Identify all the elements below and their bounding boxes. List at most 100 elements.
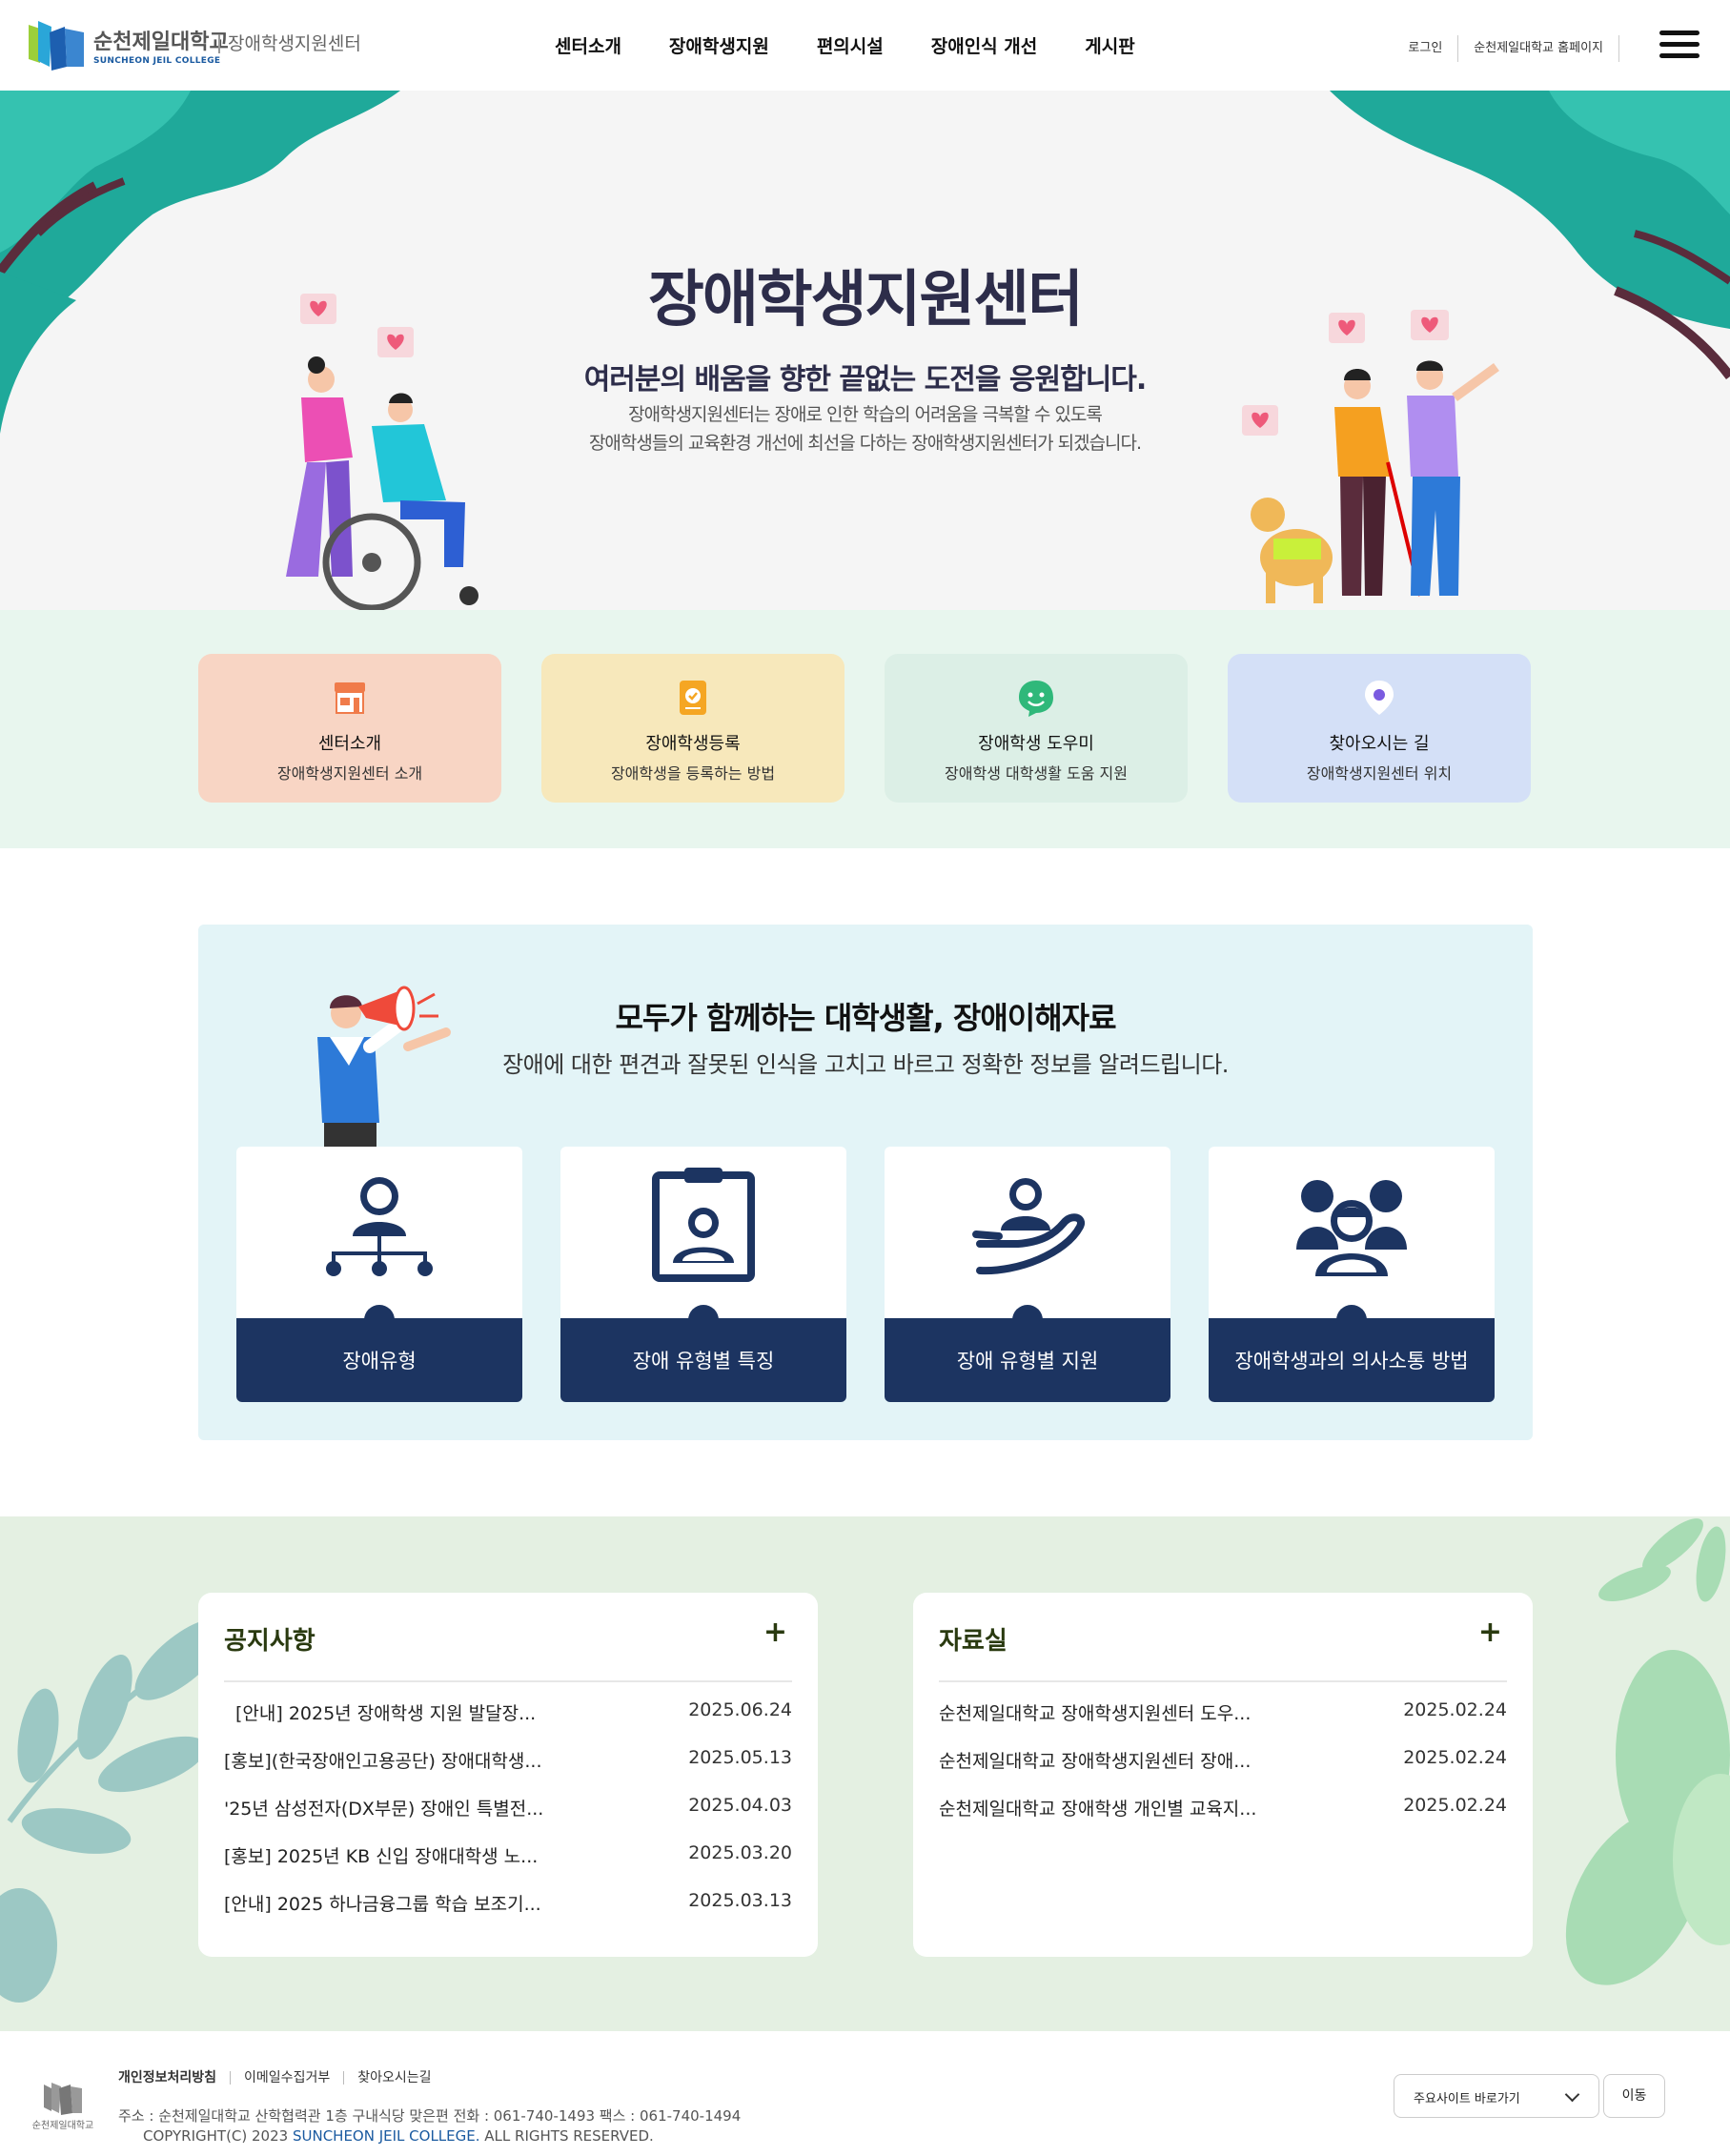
hamburger-menu-icon[interactable]: [1659, 31, 1699, 59]
awareness-card-label: 장애유형: [236, 1305, 522, 1402]
privacy-policy-link[interactable]: 개인정보처리방침: [118, 2071, 232, 2085]
awareness-card-label: 장애 유형별 특징: [560, 1305, 846, 1402]
directions-link[interactable]: 찾아오시는길: [357, 2071, 444, 2085]
site-footer: 순천제일대학교 개인정보처리방침 이메일수집거부 찾아오시는길 주소 : 순천제…: [0, 2031, 1730, 2156]
nav-item-center-intro[interactable]: 센터소개: [555, 32, 621, 58]
hero-description-line: 장애학생지원센터는 장애로 인한 학습의 어려움을 극복할 수 있도록: [628, 404, 1103, 425]
footer-logo-name: 순천제일대학교: [32, 2120, 93, 2131]
quick-card-desc: 장애학생지원센터 위치: [1306, 764, 1453, 783]
notice-board-title[interactable]: 공지사항: [224, 1621, 315, 1657]
awareness-card-label: 장애 유형별 지원: [885, 1305, 1170, 1402]
quick-card-desc: 장애학생 대학생활 도움 지원: [945, 764, 1128, 783]
list-item-title: [홍보](한국장애인고용공단) 장애대학생...: [224, 1751, 542, 1772]
awareness-description: 장애에 대한 편견과 잘못된 인식을 고치고 바르고 정확한 정보를 알려드립니…: [502, 1051, 1229, 1078]
notebook-check-icon: [680, 681, 706, 715]
notice-list: [안내] 2025년 장애학생 지원 발달장... 2025.06.24 [홍보]…: [224, 1699, 792, 1938]
footer-copyright: COPYRIGHT(C) 2023 SUNCHEON JEIL COLLEGE.…: [143, 2127, 654, 2145]
list-item-date: 2025.02.24: [1403, 1795, 1507, 1816]
archive-board-title[interactable]: 자료실: [939, 1621, 1007, 1657]
leaf-right-decoration: [1565, 1518, 1730, 1985]
hero-description-line: 장애학생들의 교육환경 개선에 최선을 다하는 장애학생지원센터가 되겠습니다.: [588, 433, 1142, 454]
quick-card-title: 장애학생 도우미: [978, 734, 1094, 754]
list-item-date: 2025.03.13: [688, 1890, 792, 1911]
list-item-title: [홍보] 2025년 KB 신입 장애대학생 노...: [224, 1846, 539, 1867]
copyright-brand: SUNCHEON JEIL COLLEGE.: [292, 2127, 480, 2145]
list-item[interactable]: 순천제일대학교 장애학생 개인별 교육지... 2025.02.24: [939, 1795, 1507, 1842]
quick-card-center-intro[interactable]: 센터소개 장애학생지원센터 소개: [198, 654, 501, 803]
hero-subtitle: 여러분의 배움을 향한 끝없는 도전을 응원합니다.: [583, 363, 1148, 397]
id-badge-icon: [652, 1168, 755, 1282]
list-item-date: 2025.02.24: [1403, 1699, 1507, 1720]
nav-item-board[interactable]: 게시판: [1085, 32, 1134, 58]
awareness-section: 모두가 함께하는 대학생활, 장애이해자료 장애에 대한 편견과 잘못된 인식을…: [198, 925, 1533, 1440]
quick-card-desc: 장애학생을 등록하는 방법: [610, 764, 776, 783]
quick-card-helper[interactable]: 장애학생 도우미 장애학생 대학생활 도움 지원: [885, 654, 1188, 803]
utility-links: 로그인 순천제일대학교 홈페이지: [1393, 35, 1619, 62]
quick-links: 센터소개 장애학생지원센터 소개 장애학생등록 장애학생을 등록하는 방법 장애…: [0, 610, 1730, 848]
location-pin-icon: [1365, 681, 1394, 715]
list-item[interactable]: 순천제일대학교 장애학생지원센터 도우... 2025.02.24: [939, 1699, 1507, 1747]
list-item[interactable]: [안내] 2025년 장애학생 지원 발달장... 2025.06.24: [224, 1699, 792, 1747]
site-name[interactable]: 장애학생지원센터: [218, 34, 361, 53]
quick-card-desc: 장애학생지원센터 소개: [276, 764, 423, 783]
nav-item-awareness[interactable]: 장애인식 개선: [931, 32, 1038, 58]
hand-person-icon: [972, 1178, 1085, 1275]
college-logo-mark: [29, 21, 84, 71]
hero-description: 장애학생지원센터는 장애로 인한 학습의 어려움을 극복할 수 있도록 장애학생…: [0, 400, 1730, 458]
footer-address: 주소 : 순천제일대학교 산학협력관 1층 구내식당 맞은편 전화 : 061-…: [118, 2107, 742, 2125]
list-item-date: 2025.04.03: [688, 1795, 792, 1816]
awareness-card-communication[interactable]: 장애학생과의 의사소통 방법: [1209, 1147, 1495, 1402]
list-item[interactable]: [홍보](한국장애인고용공단) 장애대학생... 2025.05.13: [224, 1747, 792, 1795]
quick-card-title: 찾아오시는 길: [1329, 734, 1430, 754]
quick-card-title: 센터소개: [317, 734, 382, 754]
divider: [939, 1680, 1507, 1682]
quick-card-title: 장애학생등록: [645, 734, 741, 754]
list-item[interactable]: 순천제일대학교 장애학생지원센터 장애... 2025.02.24: [939, 1747, 1507, 1795]
footer-logo: 순천제일대학교: [32, 2083, 93, 2131]
quick-card-registration[interactable]: 장애학생등록 장애학생을 등록하는 방법: [541, 654, 845, 803]
copyright-prefix: COPYRIGHT(C) 2023: [143, 2127, 293, 2145]
nav-item-facilities[interactable]: 편의시설: [817, 32, 884, 58]
main-nav: 센터소개 장애학생지원 편의시설 장애인식 개선 게시판: [555, 32, 1183, 58]
archive-list: 순천제일대학교 장애학생지원센터 도우... 2025.02.24 순천제일대학교…: [939, 1699, 1507, 1842]
divider: [224, 1680, 792, 1682]
copyright-suffix: ALL RIGHTS RESERVED.: [479, 2127, 654, 2145]
list-item-title: [안내] 2025 하나금융그룹 학습 보조기...: [224, 1894, 541, 1915]
quick-card-directions[interactable]: 찾아오시는 길 장애학생지원센터 위치: [1228, 654, 1531, 803]
awareness-title: 모두가 함께하는 대학생활, 장애이해자료: [615, 1000, 1116, 1036]
list-item-title: 순천제일대학교 장애학생 개인별 교육지...: [939, 1799, 1257, 1820]
related-sites-select[interactable]: 주요사이트 바로가기: [1394, 2074, 1599, 2118]
college-logo[interactable]: 순천제일대학교 SUNCHEON JEIL COLLEGE: [27, 19, 229, 71]
awareness-card-disability-types[interactable]: 장애유형: [236, 1147, 522, 1402]
list-item[interactable]: '25년 삼성전자(DX부문) 장애인 특별전... 2025.04.03: [224, 1795, 792, 1842]
notice-more-button[interactable]: +: [763, 1616, 787, 1649]
org-chart-icon: [326, 1177, 433, 1276]
awareness-card-type-features[interactable]: 장애 유형별 특징: [560, 1147, 846, 1402]
list-item-title: '25년 삼성전자(DX부문) 장애인 특별전...: [224, 1799, 544, 1820]
go-button[interactable]: 이동: [1603, 2074, 1665, 2118]
list-item-title: 순천제일대학교 장애학생지원센터 도우...: [939, 1703, 1252, 1724]
hero-title: 장애학생지원센터: [647, 265, 1084, 336]
college-name: 순천제일대학교: [93, 30, 229, 54]
email-refusal-link[interactable]: 이메일수집거부: [244, 2071, 345, 2085]
list-item-title: [안내] 2025년 장애학생 지원 발달장...: [235, 1703, 537, 1724]
site-header: 순천제일대학교 SUNCHEON JEIL COLLEGE 장애학생지원센터 센…: [0, 0, 1730, 91]
boards-section: 공지사항 + [안내] 2025년 장애학생 지원 발달장... 2025.06.…: [0, 1516, 1730, 2031]
list-item-title: 순천제일대학교 장애학생지원센터 장애...: [939, 1751, 1252, 1772]
list-item-date: 2025.06.24: [688, 1699, 792, 1720]
hero-banner: 장애학생지원센터 여러분의 배움을 향한 끝없는 도전을 응원합니다. 장애학생…: [0, 91, 1730, 610]
notice-board: 공지사항 + [안내] 2025년 장애학생 지원 발달장... 2025.06.…: [198, 1593, 818, 1957]
list-item-date: 2025.05.13: [688, 1747, 792, 1768]
group-icon: [1296, 1180, 1407, 1276]
list-item[interactable]: [안내] 2025 하나금융그룹 학습 보조기... 2025.03.13: [224, 1890, 792, 1938]
homepage-link[interactable]: 순천제일대학교 홈페이지: [1458, 35, 1619, 62]
college-english-name: SUNCHEON JEIL COLLEGE: [93, 55, 221, 66]
list-item-date: 2025.02.24: [1403, 1747, 1507, 1768]
login-link[interactable]: 로그인: [1393, 35, 1459, 62]
list-item[interactable]: [홍보] 2025년 KB 신입 장애대학생 노... 2025.03.20: [224, 1842, 792, 1890]
awareness-card-type-support[interactable]: 장애 유형별 지원: [885, 1147, 1170, 1402]
nav-item-student-support[interactable]: 장애학생지원: [669, 32, 769, 58]
smile-chat-icon: [1019, 681, 1053, 717]
archive-more-button[interactable]: +: [1478, 1616, 1502, 1649]
archive-board: 자료실 + 순천제일대학교 장애학생지원센터 도우... 2025.02.24 순…: [913, 1593, 1533, 1957]
